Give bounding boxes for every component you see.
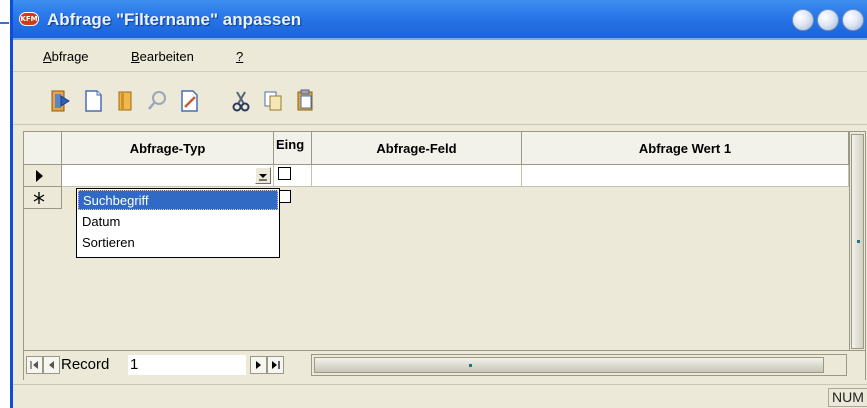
app-logo-icon[interactable]: KFM xyxy=(19,12,39,26)
cut-icon[interactable] xyxy=(227,87,255,115)
open-book-icon[interactable] xyxy=(112,87,140,115)
option-sortieren[interactable]: Sortieren xyxy=(78,233,278,253)
maximize-button[interactable] xyxy=(817,9,839,31)
eing-cell xyxy=(274,165,312,187)
col-eing[interactable]: Eing xyxy=(274,132,312,165)
menu-bearbeiten-mnemonic: B xyxy=(131,49,140,64)
record-label: Record xyxy=(61,356,110,373)
abfrage-typ-combo[interactable] xyxy=(62,165,274,187)
last-record-icon xyxy=(272,361,280,369)
option-suchbegriff[interactable]: Suchbegriff xyxy=(78,190,278,210)
previous-record-button[interactable] xyxy=(43,356,60,374)
record-navigation: Record 1 xyxy=(24,350,865,380)
menu-abfrage-label: bfrage xyxy=(51,49,89,64)
previous-record-icon xyxy=(49,361,54,369)
desktop-edge-mark xyxy=(0,22,9,24)
dialog-window: KFM Abfrage "Filtername" anpassen Abfrag… xyxy=(10,0,867,408)
current-record-arrow-icon xyxy=(36,170,43,182)
menu-abfrage[interactable]: Abfrage xyxy=(43,49,89,64)
close-button[interactable] xyxy=(842,9,864,31)
next-record-button[interactable] xyxy=(250,356,267,374)
menu-bearbeiten-label: earbeiten xyxy=(139,49,194,64)
horizontal-scrollbar[interactable] xyxy=(311,354,847,376)
vertical-scrollbar[interactable] xyxy=(849,132,865,353)
menu-help-label: ? xyxy=(236,49,244,64)
dropdown-button[interactable] xyxy=(255,167,271,184)
row-selector-header xyxy=(24,132,62,165)
last-record-button[interactable] xyxy=(267,356,284,374)
row-selector-current[interactable] xyxy=(24,165,62,187)
status-bar: NUM xyxy=(13,384,867,408)
search-icon[interactable] xyxy=(144,87,172,115)
row-selector-new[interactable] xyxy=(24,187,62,209)
abfrage-typ-dropdown-list: Suchbegriff Datum Sortieren xyxy=(76,188,280,258)
exit-icon[interactable] xyxy=(47,87,75,115)
col-abfrage-typ[interactable]: Abfrage-Typ xyxy=(62,132,274,165)
menu-bar: Abfrage Bearbeiten ? xyxy=(13,42,867,72)
scroll-grip-dot xyxy=(857,240,860,243)
record-number-field[interactable]: 1 xyxy=(128,355,246,375)
chevron-down-icon xyxy=(259,174,267,181)
first-record-icon xyxy=(30,361,38,369)
first-record-button[interactable] xyxy=(26,356,43,374)
minimize-button[interactable] xyxy=(792,9,814,31)
new-document-icon[interactable] xyxy=(79,87,107,115)
paste-icon[interactable] xyxy=(291,87,319,115)
next-record-icon xyxy=(256,361,261,369)
menu-help[interactable]: ? xyxy=(236,49,243,64)
horizontal-scroll-thumb[interactable] xyxy=(314,357,824,373)
toolbar xyxy=(13,73,867,129)
title-bar[interactable]: KFM Abfrage "Filtername" anpassen xyxy=(13,0,867,40)
new-record-asterisk-icon xyxy=(33,192,45,204)
num-lock-indicator: NUM xyxy=(828,388,867,407)
abfrage-feld-cell[interactable] xyxy=(312,165,522,187)
query-grid: Abfrage-Typ Eing Abfrage-Feld Abfrage We… xyxy=(23,131,866,380)
vertical-scroll-thumb[interactable] xyxy=(851,134,864,349)
copy-icon[interactable] xyxy=(259,87,287,115)
option-datum[interactable]: Datum xyxy=(78,212,278,232)
hscroll-grip-dot xyxy=(469,364,472,367)
desktop-edge xyxy=(0,0,10,408)
col-abfrage-wert-1[interactable]: Abfrage Wert 1 xyxy=(522,132,849,165)
toolbar-separator xyxy=(13,124,867,125)
col-abfrage-feld[interactable]: Abfrage-Feld xyxy=(312,132,522,165)
window-title: Abfrage "Filtername" anpassen xyxy=(47,10,302,29)
edit-document-icon[interactable] xyxy=(175,87,203,115)
menu-abfrage-mnemonic: A xyxy=(43,49,52,64)
abfrage-wert-cell[interactable] xyxy=(522,165,849,187)
menu-bearbeiten[interactable]: Bearbeiten xyxy=(131,49,194,64)
eing-checkbox[interactable] xyxy=(278,167,291,180)
